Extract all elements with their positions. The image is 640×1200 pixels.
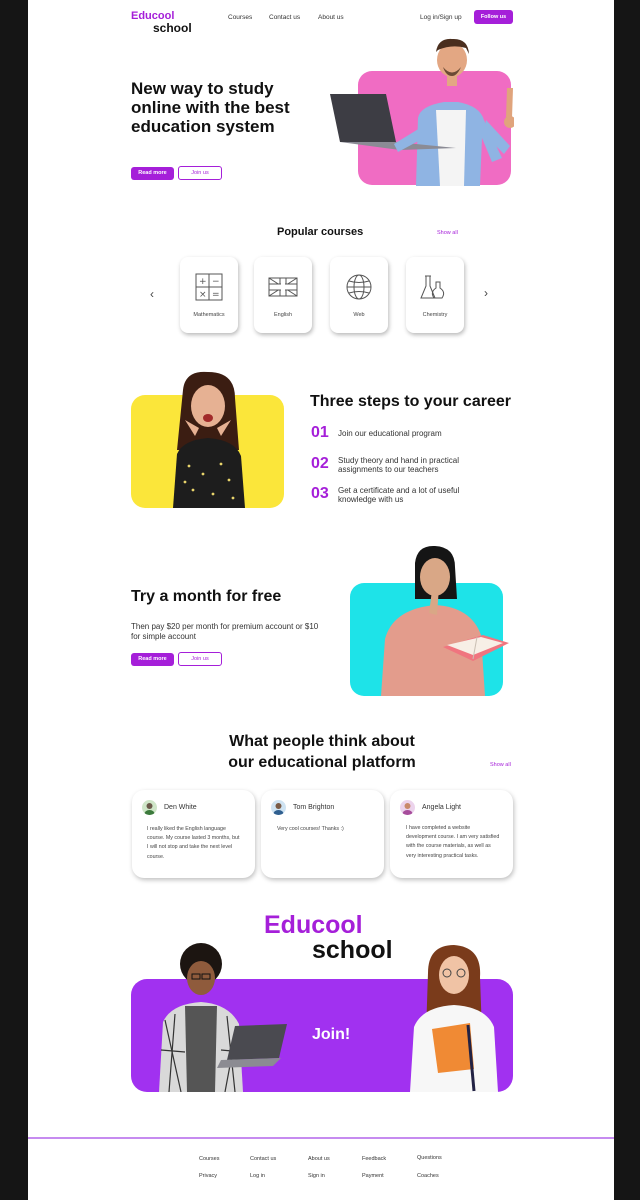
chevron-left-icon[interactable]: ‹ <box>150 287 154 301</box>
footer-link-log-in[interactable]: Log in <box>250 1173 265 1179</box>
footer-link-courses[interactable]: Courses <box>199 1156 219 1162</box>
trial-title: Try a month for free <box>131 588 282 605</box>
footer-link-about-us[interactable]: About us <box>308 1156 330 1162</box>
read-more-button[interactable]: Read more <box>131 167 174 180</box>
man-with-laptop-image <box>159 943 287 1092</box>
join-cta[interactable]: Join! <box>312 1026 350 1044</box>
hero-man-with-laptop-image <box>330 38 514 186</box>
footer-link-feedback[interactable]: Feedback <box>362 1156 386 1162</box>
trial-description: Then pay $20 per month for premium accou… <box>131 622 319 641</box>
nav-contact-us[interactable]: Contact us <box>269 14 300 21</box>
globe-icon <box>346 274 372 300</box>
step-text: Get a certificate and a lot of useful kn… <box>338 486 460 504</box>
course-card-chemistry[interactable]: Chemistry <box>406 257 464 333</box>
course-label: Web <box>353 312 365 318</box>
uk-flag-icon <box>268 277 298 297</box>
reviews-title-line1: What people think about <box>229 733 415 750</box>
step-text: Join our educational program <box>338 429 442 438</box>
popular-courses-title: Popular courses <box>277 226 364 238</box>
join-us-button[interactable]: Join us <box>178 166 222 180</box>
review-card: Angela Light I have completed a website … <box>390 790 513 878</box>
reviews-show-all-link[interactable]: Show all <box>490 762 511 768</box>
review-card: Den White I really liked the English lan… <box>132 790 255 878</box>
steps-title: Three steps to your career <box>310 393 511 410</box>
reviews-title: What people think about our educational … <box>217 731 427 773</box>
footer-link-contact-us[interactable]: Contact us <box>250 1156 276 1162</box>
reviewer-name: Angela Light <box>422 804 461 811</box>
course-label: Chemistry <box>422 312 448 318</box>
reviews-title-line2: our educational platform <box>228 754 416 771</box>
step-number: 03 <box>311 485 329 502</box>
girl-reading-book-image <box>381 545 509 696</box>
excited-woman-image <box>173 371 245 508</box>
review-text: I really liked the English language cour… <box>147 826 240 860</box>
calculator-icon: + − × = <box>195 273 223 301</box>
course-card-english[interactable]: English <box>254 257 312 333</box>
banner-logo-line1: Educool <box>264 911 363 939</box>
svg-text:+: + <box>199 277 207 287</box>
review-text: I have completed a website development c… <box>406 825 500 859</box>
avatar <box>400 800 415 815</box>
review-text: Very cool courses! Thanks :) <box>277 826 344 832</box>
banner-logo-line2: school <box>312 936 393 964</box>
flask-icon <box>420 275 445 299</box>
course-card-mathematics[interactable]: + − × = Mathematics <box>180 257 238 333</box>
chevron-right-icon[interactable]: › <box>484 286 488 300</box>
step-number: 01 <box>311 424 329 441</box>
nav-about-us[interactable]: About us <box>318 14 344 21</box>
follow-us-button[interactable]: Follow us <box>474 10 513 24</box>
footer-link-coaches[interactable]: Coaches <box>417 1173 439 1179</box>
trial-read-more-button[interactable]: Read more <box>131 653 174 666</box>
footer-link-privacy[interactable]: Privacy <box>199 1173 217 1179</box>
login-signup-link[interactable]: Log in/Sign up <box>420 14 462 21</box>
footer-link-payment[interactable]: Payment <box>362 1173 384 1179</box>
reviewer-name: Tom Brighton <box>293 804 335 811</box>
trial-join-us-button[interactable]: Join us <box>178 652 222 666</box>
avatar <box>271 800 286 815</box>
avatar <box>142 800 157 815</box>
nav-courses[interactable]: Courses <box>228 14 252 21</box>
footer-link-sign-in[interactable]: Sign in <box>308 1173 325 1179</box>
svg-text:=: = <box>212 290 220 300</box>
footer-link-questions[interactable]: Questions <box>417 1155 442 1161</box>
logo-line2: school <box>153 21 192 35</box>
svg-text:−: − <box>212 277 220 287</box>
logo[interactable]: Educool school <box>131 11 192 35</box>
course-label: English <box>273 312 293 318</box>
woman-with-notebook-image <box>410 945 498 1092</box>
step-number: 02 <box>311 455 329 472</box>
courses-show-all-link[interactable]: Show all <box>437 230 458 236</box>
footer-divider <box>28 1137 614 1139</box>
review-card: Tom Brighton Very cool courses! Thanks :… <box>261 790 384 878</box>
page: Educool school Courses Contact us About … <box>28 0 614 1200</box>
step-text: Study theory and hand in practical assig… <box>338 456 459 474</box>
svg-text:×: × <box>199 290 207 300</box>
course-label: Mathematics <box>193 312 225 318</box>
reviewer-name: Den White <box>164 804 197 811</box>
hero-title: New way to study online with the best ed… <box>131 79 290 136</box>
course-card-web[interactable]: Web <box>330 257 388 333</box>
